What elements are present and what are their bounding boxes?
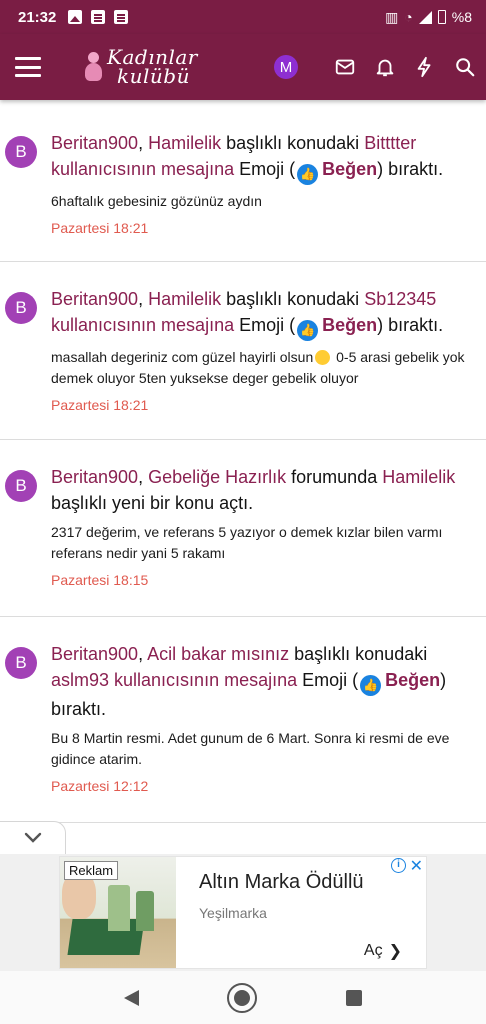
ad-collapse-toggle[interactable] <box>0 821 66 854</box>
chevron-down-icon <box>24 832 41 843</box>
target-link[interactable]: aslm93 kullanıcısının mesajına <box>51 670 297 690</box>
like-icon: 👍 <box>297 164 319 185</box>
list-item[interactable]: B Beritan900, Hamilelik başlıklı konudak… <box>0 100 486 262</box>
thread-link[interactable]: Acil bakar mısınız <box>147 644 289 664</box>
account-avatar[interactable]: M <box>274 55 298 79</box>
ad-badge: Reklam <box>64 861 119 880</box>
back-icon[interactable] <box>124 989 140 1006</box>
system-nav-bar <box>0 971 486 1024</box>
battery-level: %8 <box>451 9 472 25</box>
message-snippet: Bu 8 Martin resmi. Adet gunum de 6 Mart.… <box>51 730 450 767</box>
thread-link[interactable]: Hamilelik <box>382 467 455 487</box>
timestamp: Pazartesi 18:15 <box>51 572 149 588</box>
user-avatar[interactable]: B <box>5 647 37 679</box>
forum-link[interactable]: Gebeliğe Hazırlık <box>148 467 286 487</box>
mail-icon[interactable] <box>334 56 356 78</box>
thread-link[interactable]: Hamilelik <box>148 289 221 309</box>
logo-figure-icon <box>83 50 105 84</box>
activity-headline: Beritan900, Hamilelik başlıklı konudaki … <box>51 130 474 185</box>
bell-icon[interactable] <box>374 56 396 78</box>
user-avatar[interactable]: B <box>5 470 37 502</box>
document-notification-icon <box>114 10 129 24</box>
list-item[interactable]: B Beritan900, Hamilelik başlıklı konudak… <box>0 262 486 440</box>
clock: 21:32 <box>18 8 57 26</box>
home-icon[interactable] <box>227 982 258 1013</box>
user-avatar[interactable]: B <box>5 292 37 324</box>
activity-headline: Beritan900, Gebeliğe Hazırlık forumunda … <box>51 467 456 513</box>
lightning-icon[interactable] <box>414 56 436 78</box>
reaction-label: Beğen <box>385 670 441 690</box>
thread-link[interactable]: Hamilelik <box>148 133 221 153</box>
user-avatar[interactable]: B <box>5 136 37 168</box>
reaction-label: Beğen <box>322 159 378 179</box>
activity-feed: B Beritan900, Hamilelik başlıklı konudak… <box>0 100 486 823</box>
wifi-icon: ◔ <box>404 9 413 25</box>
recent-apps-icon[interactable] <box>345 989 362 1006</box>
list-item[interactable]: B Beritan900, Acil bakar mısınız başlıkl… <box>0 617 486 823</box>
timestamp: Pazartesi 18:21 <box>51 220 149 236</box>
user-link[interactable]: Beritan900 <box>51 644 138 664</box>
message-snippet: masallah degeriniz com güzel hayirli ols… <box>51 349 465 386</box>
like-icon: 👍 <box>360 675 382 696</box>
list-item[interactable]: B Beritan900, Gebeliğe Hazırlık forumund… <box>0 440 486 617</box>
site-logo[interactable]: Kadınlar kulübü <box>83 47 198 88</box>
activity-headline: Beritan900, Hamilelik başlıklı konudaki … <box>51 286 474 341</box>
user-link[interactable]: Beritan900 <box>51 467 138 487</box>
ad-product-image[interactable]: Reklam <box>60 857 176 968</box>
ad-advertiser: Yeşilmarka <box>199 905 267 921</box>
ad-card[interactable]: Reklam Altın Marka Ödüllü Yeşilmarka i ✕… <box>59 856 427 969</box>
timestamp: Pazartesi 12:12 <box>51 778 149 794</box>
reaction-label: Beğen <box>322 315 378 335</box>
signal-icon <box>418 10 432 24</box>
user-link[interactable]: Beritan900 <box>51 289 138 309</box>
like-icon: 👍 <box>297 320 319 341</box>
ad-open-label: Aç <box>363 942 383 959</box>
timestamp: Pazartesi 18:21 <box>51 397 149 413</box>
hamburger-menu-icon[interactable] <box>15 57 41 77</box>
chevron-right-icon: ❯ <box>388 943 402 960</box>
smile-emoji-icon <box>315 350 331 365</box>
battery-icon <box>437 10 446 24</box>
message-snippet: 6haftalık gebesiniz gözünüz aydın <box>51 193 262 209</box>
activity-headline: Beritan900, Acil bakar mısınız başlıklı … <box>51 644 447 719</box>
ad-info-icon[interactable]: i <box>391 858 406 873</box>
status-bar: 21:32 ▥ ◔ %8 <box>0 0 486 34</box>
ad-open-button[interactable]: Aç ❯ <box>364 941 402 961</box>
document-notification-icon <box>91 10 106 24</box>
image-notification-icon <box>68 10 83 24</box>
ad-title[interactable]: Altın Marka Ödüllü <box>199 871 364 894</box>
ad-close-icon[interactable]: ✕ <box>410 856 423 876</box>
vibrate-icon: ▥ <box>385 8 399 25</box>
user-link[interactable]: Beritan900 <box>51 133 138 153</box>
app-header: Kadınlar kulübü M <box>0 34 486 100</box>
search-icon[interactable] <box>454 56 476 78</box>
logo-line-2: kulübü <box>117 64 190 88</box>
message-snippet: 2317 değerim, ve referans 5 yazıyor o de… <box>51 524 443 561</box>
